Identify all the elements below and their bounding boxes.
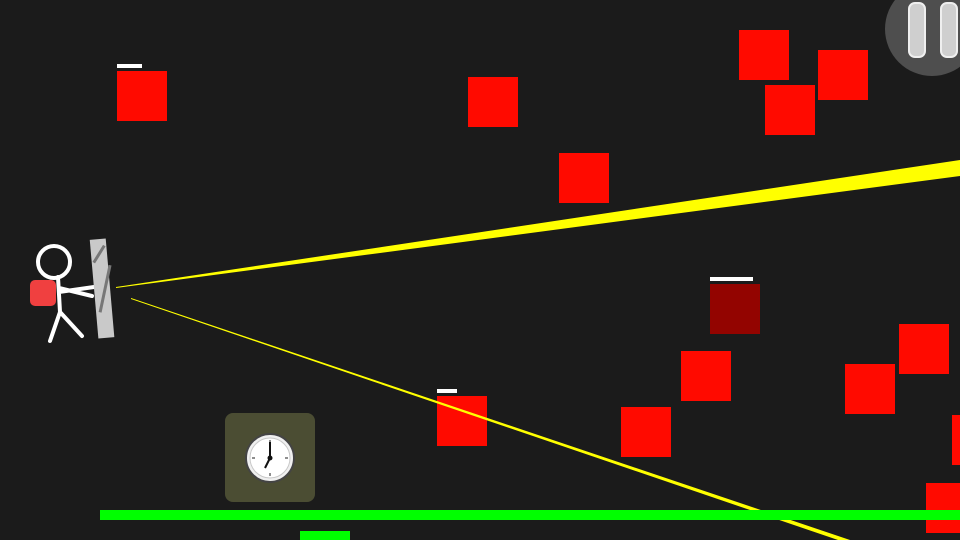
enemy-block [437, 396, 487, 446]
enemy-block [818, 50, 868, 100]
enemy-block [926, 483, 960, 533]
enemy-block [899, 324, 949, 374]
enemy-block [739, 30, 789, 80]
ground-marker [300, 531, 350, 540]
timer-power-up-button[interactable] [225, 413, 315, 502]
player-body [48, 275, 96, 343]
clock-icon [245, 433, 295, 483]
enemy-block [559, 153, 609, 203]
player-head [36, 244, 72, 280]
pause-icon-bar-left [908, 2, 926, 58]
enemy-health-bar [710, 277, 753, 281]
enemy-block [621, 407, 671, 457]
backpack [30, 280, 56, 306]
pause-icon-bar-right [940, 2, 958, 58]
enemy-block [952, 415, 960, 465]
game-scene [30, 30, 960, 540]
enemy-block [765, 85, 815, 135]
enemy-health-bar [437, 389, 457, 393]
enemy-block [468, 77, 518, 127]
ground-line [100, 510, 960, 520]
enemy-block-damaged [710, 284, 760, 334]
player [30, 238, 115, 343]
enemy-block [117, 71, 167, 121]
enemy-block [845, 364, 895, 414]
laser-beam-upper [116, 160, 960, 288]
enemy-health-bar [117, 64, 142, 68]
enemy-block [681, 351, 731, 401]
